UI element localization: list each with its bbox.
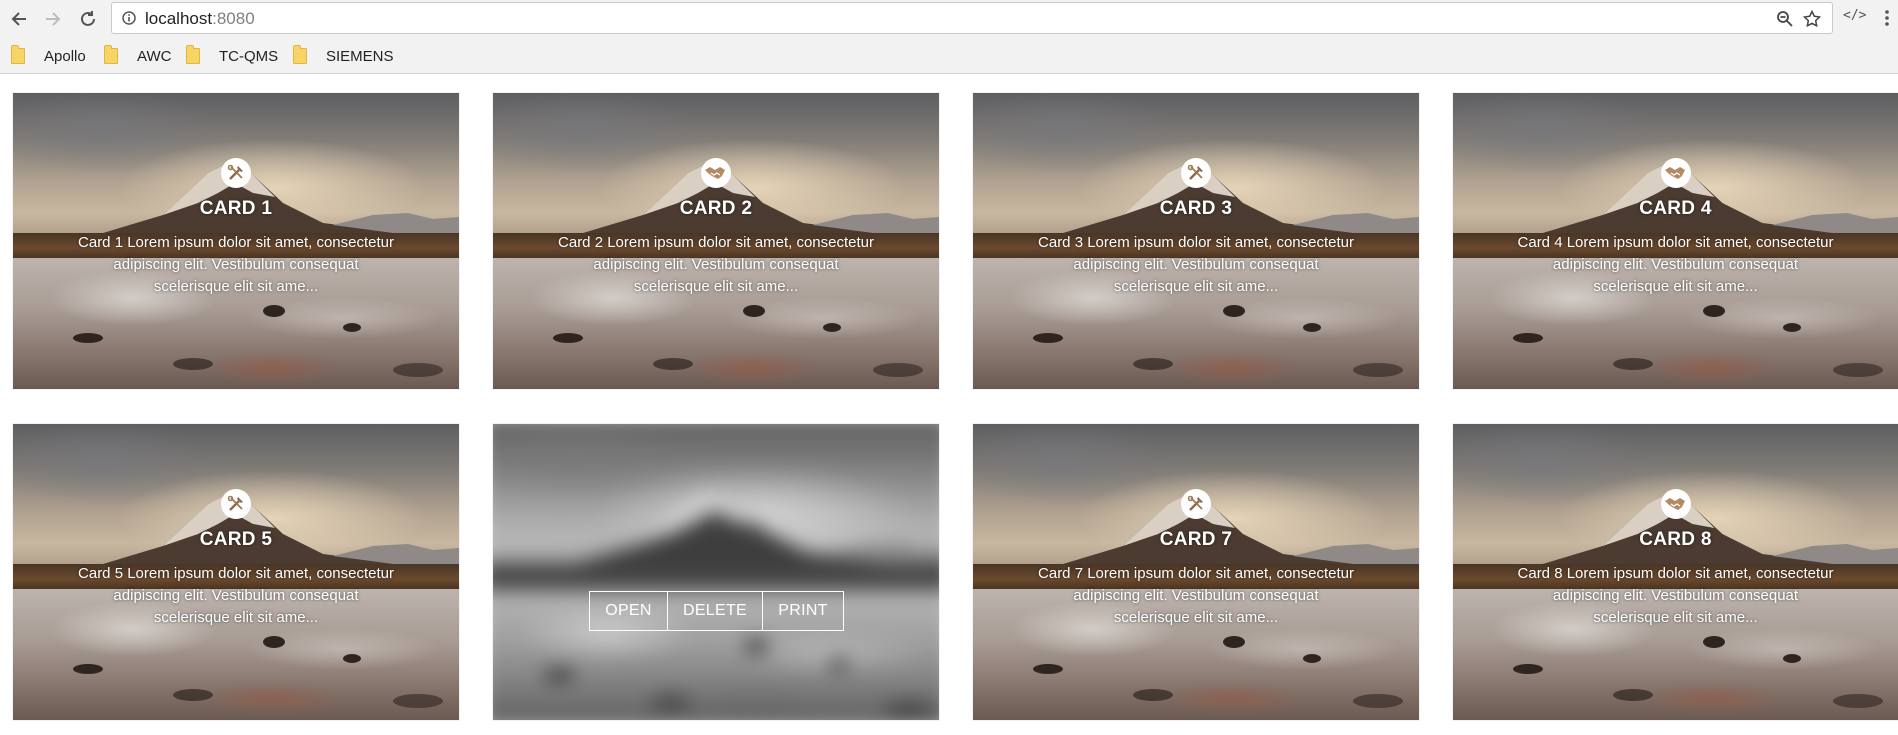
card-title: CARD 3 — [1159, 198, 1233, 219]
card-description: Card 4 Lorem ipsum dolor sit amet, conse… — [1517, 234, 1834, 295]
url-host: localhost — [145, 9, 213, 28]
tools-icon — [1181, 489, 1211, 519]
menu-dots-icon[interactable] — [1884, 8, 1894, 30]
landscape-image-blurred — [493, 424, 939, 720]
bookmark-siemens[interactable]: SIEMENS — [293, 45, 394, 67]
bookmark-tc-qms[interactable]: TC-QMS — [186, 45, 278, 67]
card-description: Card 1 Lorem ipsum dolor sit amet, conse… — [78, 234, 394, 295]
address-bar[interactable]: localhost:8080 — [111, 2, 1833, 34]
card-title: CARD 4 — [1639, 198, 1712, 219]
card-title: CARD 7 — [1159, 529, 1233, 550]
bookmark-label: Apollo — [44, 47, 86, 65]
browser-toolbar: localhost:8080 </> — [0, 0, 1898, 38]
card-6-hovered[interactable]: OPEN DELETE PRINT — [493, 424, 939, 720]
card-description: Card 2 Lorem ipsum dolor sit amet, conse… — [558, 234, 874, 295]
card-description: Card 3 Lorem ipsum dolor sit amet, conse… — [1038, 234, 1354, 295]
delete-button[interactable]: DELETE — [668, 592, 763, 630]
reload-icon[interactable] — [77, 8, 99, 30]
tools-icon — [221, 489, 251, 519]
folder-icon — [186, 45, 200, 64]
bookmark-label: SIEMENS — [326, 47, 394, 65]
tools-icon — [1181, 158, 1211, 188]
card-description: Card 5 Lorem ipsum dolor sit amet, conse… — [78, 565, 394, 626]
card-8[interactable]: CARD 8 Card 8 Lorem ipsum dolor sit amet… — [1453, 424, 1898, 720]
card-3[interactable]: CARD 3 Card 3 Lorem ipsum dolor sit amet… — [973, 93, 1419, 389]
tools-icon — [221, 158, 251, 188]
card-7[interactable]: CARD 7 Card 7 Lorem ipsum dolor sit amet… — [973, 424, 1419, 720]
folder-icon — [293, 45, 307, 64]
bookmarks-bar: Apollo AWC TC-QMS SIEMENS — [0, 38, 1898, 74]
card-4[interactable]: CARD 4 Card 4 Lorem ipsum dolor sit amet… — [1453, 93, 1898, 389]
card-actions: OPEN DELETE PRINT — [589, 591, 844, 631]
card-title: CARD 1 — [199, 198, 273, 219]
folder-icon — [11, 45, 25, 64]
card-5[interactable]: CARD 5 Card 5 Lorem ipsum dolor sit amet… — [13, 424, 459, 720]
cards-grid: CARD 1 Card 1 Lorem ipsum dolor sit amet… — [0, 74, 1898, 735]
card-description: Card 7 Lorem ipsum dolor sit amet, conse… — [1038, 565, 1354, 626]
bookmark-label: TC-QMS — [219, 47, 279, 65]
forward-arrow-icon[interactable] — [42, 8, 64, 30]
bookmark-apollo[interactable]: Apollo — [11, 45, 86, 67]
handshake-icon — [701, 158, 731, 188]
url-port: :8080 — [212, 9, 255, 28]
url-text[interactable]: localhost:8080 — [145, 9, 255, 29]
handshake-icon — [1660, 489, 1691, 519]
card-description: Card 8 Lorem ipsum dolor sit amet, conse… — [1517, 565, 1834, 626]
card-title: CARD 2 — [679, 198, 753, 219]
bookmark-label: AWC — [137, 47, 172, 65]
code-extension-icon[interactable]: </> — [1843, 8, 1866, 23]
print-button[interactable]: PRINT — [763, 592, 843, 630]
zoom-icon[interactable] — [1775, 9, 1795, 29]
card-1[interactable]: CARD 1 Card 1 Lorem ipsum dolor sit amet… — [13, 93, 459, 389]
card-title: CARD 8 — [1639, 529, 1712, 550]
card-title: CARD 5 — [199, 529, 273, 550]
open-button[interactable]: OPEN — [590, 592, 668, 630]
back-arrow-icon[interactable] — [8, 8, 30, 30]
star-icon[interactable] — [1802, 9, 1822, 29]
folder-icon — [104, 45, 118, 64]
card-2[interactable]: CARD 2 Card 2 Lorem ipsum dolor sit amet… — [493, 93, 939, 389]
bookmark-awc[interactable]: AWC — [104, 45, 171, 67]
info-icon[interactable] — [122, 11, 136, 25]
handshake-icon — [1660, 158, 1691, 188]
